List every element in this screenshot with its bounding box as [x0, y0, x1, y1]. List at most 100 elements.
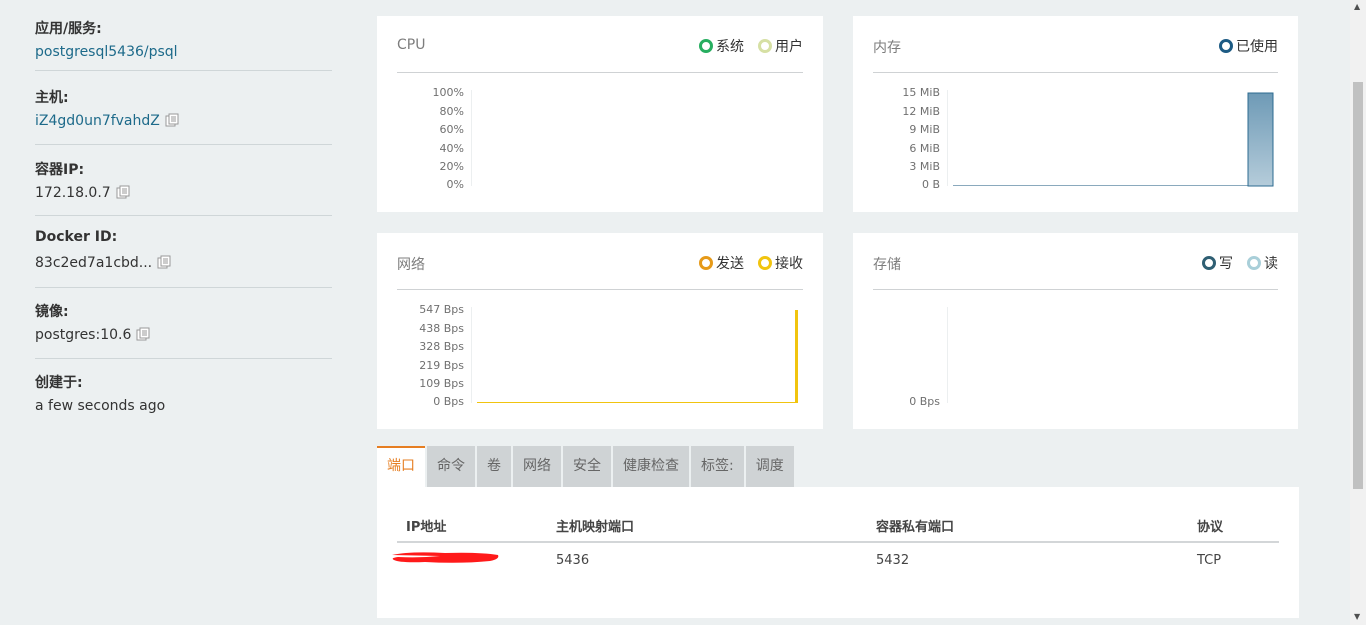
y-tick: 40%: [439, 142, 464, 155]
y-tick: 20%: [439, 160, 464, 173]
memory-usage-bar: [1247, 92, 1274, 187]
storage-card-title: 存储: [873, 257, 901, 273]
info-app-service: 应用/服务: postgresql5436/psql: [35, 0, 332, 71]
network-card-title: 网络: [397, 257, 425, 273]
legend-label: 写: [1219, 256, 1233, 272]
network-spike: [795, 310, 798, 403]
storage-legend: 写 读: [1202, 253, 1278, 273]
detail-tabs: 端口 命令 卷 网络 安全 健康检查 标签: 调度: [377, 446, 796, 487]
cpu-card: CPU 系统 用户 100% 80% 60% 40% 20% 0%: [377, 16, 823, 212]
container-ip-value: 172.18.0.7: [35, 185, 111, 201]
legend-label: 接收: [775, 256, 803, 272]
y-tick: 0 Bps: [433, 395, 464, 408]
cell-protocol: TCP: [1197, 553, 1222, 568]
image-value: postgres:10.6: [35, 327, 132, 343]
cpu-plot-axis: [471, 90, 472, 186]
y-tick: 547 Bps: [419, 303, 464, 316]
copy-icon[interactable]: [165, 113, 179, 127]
legend-item-write[interactable]: 写: [1202, 253, 1233, 273]
y-tick: 15 MiB: [902, 86, 940, 99]
column-header-protocol: 协议: [1197, 520, 1224, 535]
y-tick: 0 B: [921, 178, 940, 191]
container-ip-value-row: 172.18.0.7: [35, 185, 130, 201]
tab-ports[interactable]: 端口: [377, 446, 425, 487]
network-legend: 发送 接收: [699, 253, 803, 273]
copy-icon[interactable]: [136, 327, 150, 341]
legend-item-system[interactable]: 系统: [699, 36, 744, 56]
y-tick: 3 MiB: [909, 160, 940, 173]
scroll-down-arrow-icon[interactable]: ▼: [1354, 612, 1360, 621]
copy-icon[interactable]: [116, 185, 130, 199]
y-tick: 6 MiB: [909, 142, 940, 155]
legend-item-read[interactable]: 读: [1247, 253, 1278, 273]
docker-id-label: Docker ID:: [35, 229, 118, 245]
legend-circle-icon: [758, 39, 772, 53]
legend-item-send[interactable]: 发送: [699, 253, 744, 273]
y-tick: 109 Bps: [419, 377, 464, 390]
tab-security[interactable]: 安全: [563, 446, 611, 487]
cpu-card-title: CPU: [397, 37, 426, 53]
legend-item-receive[interactable]: 接收: [758, 253, 803, 273]
memory-card: 内存 已使用 15 MiB 12 MiB 9 MiB 6 MiB 3 MiB 0…: [853, 16, 1298, 212]
divider: [873, 72, 1278, 73]
cell-container-port: 5432: [876, 553, 910, 568]
legend-label: 系统: [716, 39, 744, 55]
copy-icon[interactable]: [157, 255, 171, 269]
memory-usage-chart: [953, 92, 1274, 187]
legend-item-used[interactable]: 已使用: [1219, 36, 1278, 56]
tab-labels[interactable]: 标签:: [691, 446, 744, 487]
tab-network[interactable]: 网络: [513, 446, 561, 487]
network-card: 网络 发送 接收 547 Bps 438 Bps 328 Bps 219 Bps…: [377, 233, 823, 429]
info-host: 主机: iZ4gd0un7fvahdZ: [35, 71, 332, 145]
legend-circle-icon: [699, 256, 713, 270]
legend-label: 发送: [716, 256, 744, 272]
info-docker-id: Docker ID: 83c2ed7a1cbd...: [35, 216, 332, 288]
divider: [397, 289, 803, 290]
info-created: 创建于: a few seconds ago: [35, 359, 332, 429]
tab-health-check[interactable]: 健康检查: [613, 446, 689, 487]
storage-card: 存储 写 读 0 Bps: [853, 233, 1298, 429]
tab-command[interactable]: 命令: [427, 446, 475, 487]
host-value-row: iZ4gd0un7fvahdZ: [35, 113, 179, 129]
column-header-host-port: 主机映射端口: [556, 520, 635, 535]
host-label: 主机:: [35, 90, 69, 106]
y-tick: 0 Bps: [909, 395, 940, 408]
created-value: a few seconds ago: [35, 398, 166, 414]
column-header-ip: IP地址: [406, 520, 447, 535]
memory-card-title: 内存: [873, 40, 901, 56]
ports-table: IP地址 主机映射端口 容器私有端口 协议 5436 5432 TCP: [377, 487, 1299, 618]
legend-circle-icon: [1202, 256, 1216, 270]
column-header-container-port: 容器私有端口: [876, 520, 955, 535]
y-tick: 12 MiB: [902, 105, 940, 118]
app-service-link[interactable]: postgresql5436/psql: [35, 44, 178, 60]
legend-label: 用户: [775, 39, 803, 55]
table-header-divider: [397, 541, 1279, 543]
network-traffic-chart: [477, 310, 798, 403]
legend-circle-icon: [1247, 256, 1261, 270]
storage-plot-axis: [947, 307, 948, 403]
legend-label: 读: [1264, 256, 1278, 272]
y-tick: 219 Bps: [419, 359, 464, 372]
tab-volumes[interactable]: 卷: [477, 446, 511, 487]
memory-legend: 已使用: [1219, 36, 1278, 56]
legend-item-user[interactable]: 用户: [758, 36, 803, 56]
cpu-legend: 系统 用户: [699, 36, 803, 56]
host-link[interactable]: iZ4gd0un7fvahdZ: [35, 113, 160, 129]
created-label: 创建于:: [35, 375, 83, 391]
legend-label: 已使用: [1236, 39, 1278, 55]
vertical-scrollbar[interactable]: ▲ ▼: [1350, 0, 1366, 625]
divider: [873, 289, 1278, 290]
y-tick: 438 Bps: [419, 322, 464, 335]
legend-circle-icon: [699, 39, 713, 53]
y-tick: 0%: [446, 178, 464, 191]
scroll-up-arrow-icon[interactable]: ▲: [1354, 2, 1360, 11]
scrollbar-thumb[interactable]: [1353, 82, 1363, 489]
tab-scheduling[interactable]: 调度: [745, 446, 794, 487]
app-service-label: 应用/服务:: [35, 21, 102, 37]
legend-circle-icon: [1219, 39, 1233, 53]
cell-host-port: 5436: [556, 553, 590, 568]
container-ip-label: 容器IP:: [35, 162, 85, 178]
image-label: 镜像:: [35, 304, 69, 320]
image-value-row: postgres:10.6: [35, 327, 150, 343]
info-container-ip: 容器IP: 172.18.0.7: [35, 145, 332, 216]
